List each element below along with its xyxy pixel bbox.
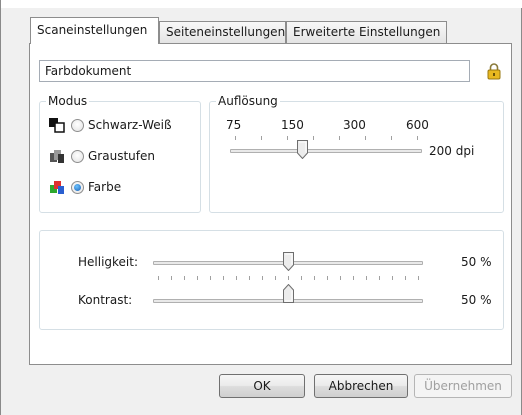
mode-group-title: Modus	[46, 94, 90, 108]
color-icon	[50, 181, 64, 194]
slider-tick	[223, 276, 224, 280]
slider-tick	[365, 136, 366, 140]
slider-tick	[366, 276, 367, 280]
slider-tick	[235, 136, 236, 140]
slider-tick	[275, 276, 276, 280]
resolution-group-title: Auflösung	[216, 94, 280, 108]
lock-icon[interactable]	[486, 62, 502, 80]
radio-color[interactable]	[71, 180, 84, 194]
tab-panel: Farbdokument Modus Schwarz-Weiß Graustuf…	[29, 43, 512, 365]
slider-tick	[288, 276, 289, 280]
contrast-value: 50 %	[461, 293, 492, 307]
adjustments-group: Helligkeit: 50 % Kontrast: 50 %	[39, 230, 504, 330]
tab-page-settings[interactable]: Seiteneinstellungen	[159, 21, 286, 43]
slider-tick	[379, 276, 380, 280]
slider-tick	[340, 276, 341, 280]
mode-group: Modus Schwarz-Weiß Graustufen Farbe	[39, 94, 201, 213]
slider-tick	[158, 276, 159, 280]
brightness-value: 50 %	[461, 255, 492, 269]
dialog-top-strip	[1, 0, 522, 8]
apply-button[interactable]: Übernehmen	[414, 374, 512, 398]
slider-tick	[391, 136, 392, 140]
tab-scan-settings[interactable]: Scaneinstellungen	[30, 17, 159, 44]
slider-tick	[301, 276, 302, 280]
tab-advanced-settings[interactable]: Erweiterte Einstellungen	[286, 21, 447, 43]
resolution-value: 200 dpi	[429, 144, 475, 158]
mode-label-grayscale: Graustufen	[88, 149, 155, 163]
radio-grayscale[interactable]	[71, 149, 84, 163]
slider-tick	[262, 276, 263, 280]
slider-tick	[287, 136, 288, 140]
slider-tick	[417, 136, 418, 140]
slider-tick	[353, 276, 354, 280]
mode-option-color[interactable]: Farbe	[48, 178, 121, 196]
brightness-slider-thumb[interactable]	[283, 252, 294, 271]
slider-tick	[418, 276, 419, 280]
mode-option-black-white[interactable]: Schwarz-Weiß	[48, 116, 172, 134]
grayscale-icon	[50, 150, 64, 163]
mode-option-grayscale[interactable]: Graustufen	[48, 147, 155, 165]
cancel-button[interactable]: Abbrechen	[314, 374, 408, 398]
radio-black-white[interactable]	[71, 118, 84, 132]
black-white-icon	[49, 118, 65, 133]
contrast-slider-thumb[interactable]	[283, 284, 294, 303]
slider-tick	[171, 276, 172, 280]
brightness-label: Helligkeit:	[78, 255, 139, 269]
slider-tick	[249, 276, 250, 280]
resolution-label-75: 75	[226, 118, 242, 132]
mode-label-black-white: Schwarz-Weiß	[88, 118, 172, 132]
slider-tick	[184, 276, 185, 280]
contrast-label: Kontrast:	[78, 293, 133, 307]
slider-tick	[210, 276, 211, 280]
slider-tick	[339, 136, 340, 140]
ok-button[interactable]: OK	[219, 374, 305, 398]
slider-tick	[392, 276, 393, 280]
resolution-label-600: 600	[406, 118, 429, 132]
mode-label-color: Farbe	[88, 180, 122, 194]
resolution-label-300: 300	[343, 118, 366, 132]
slider-tick	[313, 136, 314, 140]
scan-settings-dialog: Scaneinstellungen Seiteneinstellungen Er…	[0, 0, 522, 415]
profile-name-field[interactable]: Farbdokument	[39, 60, 470, 82]
slider-tick	[314, 276, 315, 280]
slider-tick	[405, 276, 406, 280]
resolution-slider-track[interactable]	[230, 149, 422, 153]
slider-tick	[197, 276, 198, 280]
resolution-group: Auflösung 75 150 300 600 200 dpi	[209, 94, 504, 213]
slider-tick	[261, 136, 262, 140]
slider-tick	[236, 276, 237, 280]
resolution-slider-thumb[interactable]	[297, 140, 308, 159]
slider-tick	[327, 276, 328, 280]
resolution-label-150: 150	[281, 118, 304, 132]
